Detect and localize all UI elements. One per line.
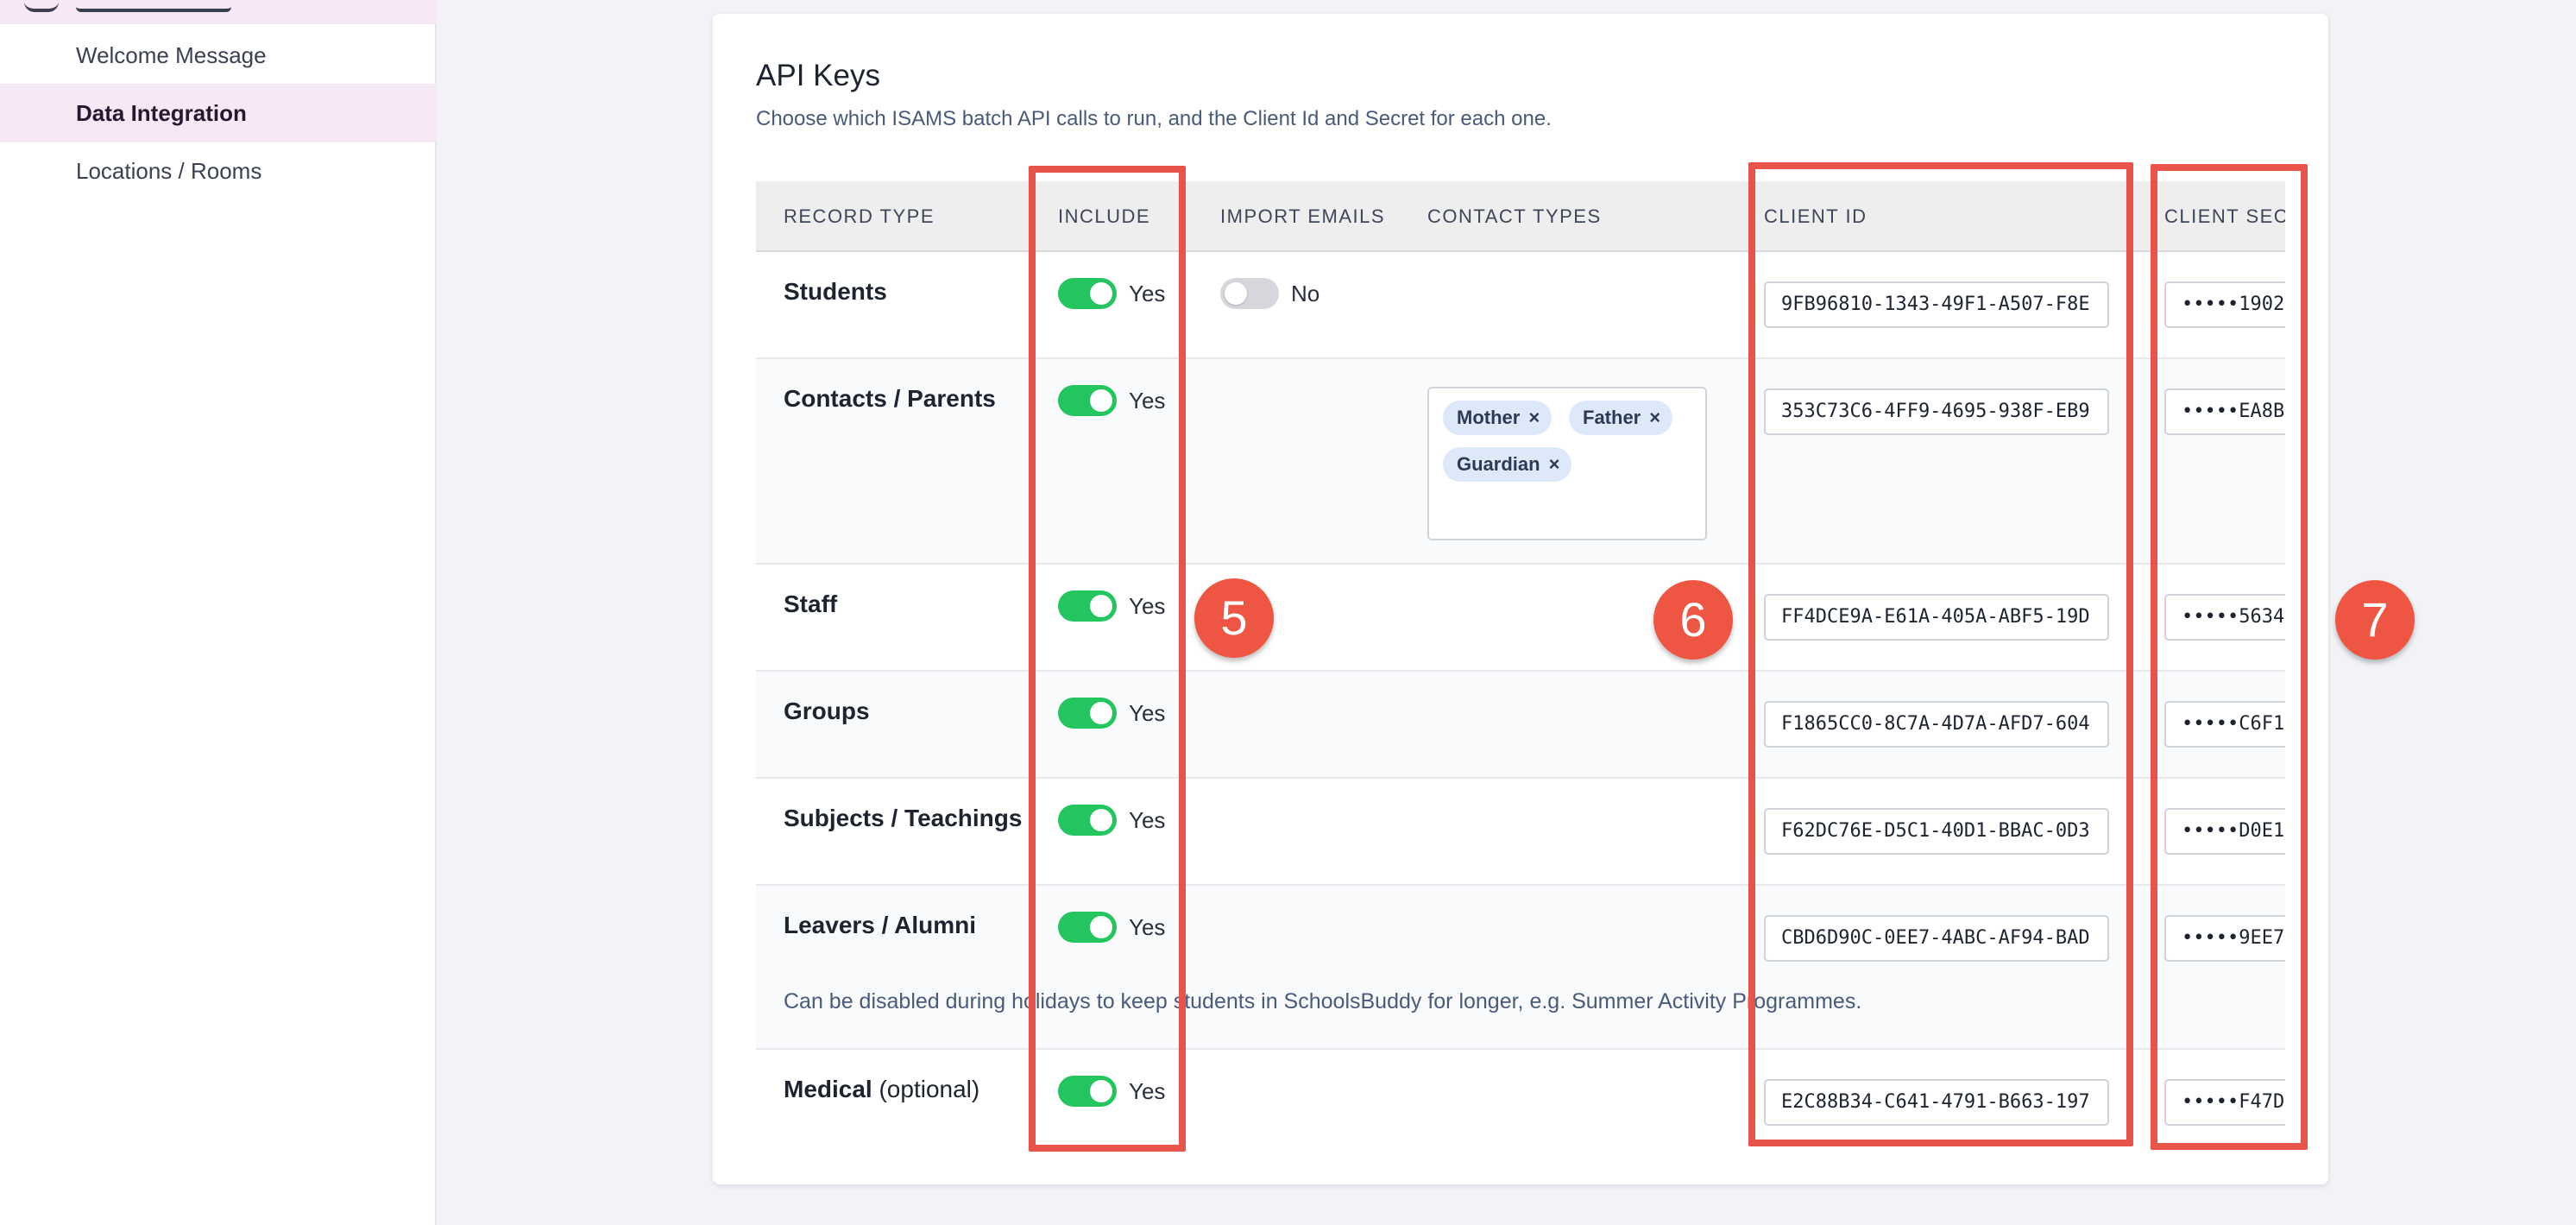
annotation-badge-7: 7	[2335, 580, 2415, 660]
tag-remove-icon[interactable]: ×	[1549, 453, 1560, 475]
row-label: Contacts / Parents	[784, 385, 996, 412]
import-emails-toggle-label: No	[1291, 281, 1320, 306]
tag-mother: Mother ×	[1443, 401, 1553, 435]
tag-label: Guardian	[1457, 453, 1540, 475]
card-subtitle: Choose which ISAMS batch API calls to ru…	[756, 107, 1552, 130]
section-label-clipped	[76, 0, 231, 12]
row-label: Subjects / Teachings	[784, 805, 1023, 831]
tag-remove-icon[interactable]: ×	[1528, 407, 1540, 428]
row-help-text: Can be disabled during holidays to keep …	[784, 989, 1862, 1013]
row-label: Groups	[784, 698, 870, 724]
annotation-badge-6: 6	[1653, 580, 1733, 660]
tag-label: Mother	[1457, 407, 1521, 428]
row-label: Staff	[784, 590, 838, 617]
tag-remove-icon[interactable]: ×	[1649, 407, 1660, 428]
header-import-emails: IMPORT EMAILS	[1220, 205, 1386, 227]
tag-label: Father	[1583, 407, 1641, 428]
sidebar-item-welcome-message[interactable]: Welcome Message	[0, 26, 437, 85]
row-label-suffix: (optional)	[879, 1076, 980, 1102]
tag-guardian: Guardian ×	[1443, 447, 1572, 482]
sidebar-item-data-integration[interactable]: Data Integration	[0, 84, 437, 142]
annotation-badge-5: 5	[1194, 578, 1274, 658]
row-label-main: Medical	[784, 1076, 872, 1102]
row-label: Leavers / Alumni	[784, 912, 977, 938]
header-contact-types: CONTACT TYPES	[1427, 205, 1602, 227]
row-label: Medical (optional)	[784, 1076, 979, 1103]
sidebar: Welcome Message Data Integration Locatio…	[0, 0, 437, 1225]
sidebar-item-locations-rooms[interactable]: Locations / Rooms	[0, 142, 437, 200]
contact-types-select[interactable]: Mother × Father × Guardian ×	[1427, 387, 1707, 540]
highlight-include-column	[1029, 166, 1186, 1152]
sidebar-section-header-partial[interactable]	[0, 0, 437, 24]
card-title: API Keys	[756, 59, 880, 92]
row-label: Students	[784, 278, 887, 305]
highlight-client-id-column	[1748, 162, 2133, 1146]
section-icon	[24, 0, 59, 12]
header-record-type: RECORD TYPE	[784, 205, 935, 227]
import-emails-toggle[interactable]	[1220, 278, 1279, 309]
tag-father: Father ×	[1569, 401, 1673, 435]
highlight-client-secret-column	[2151, 164, 2308, 1150]
